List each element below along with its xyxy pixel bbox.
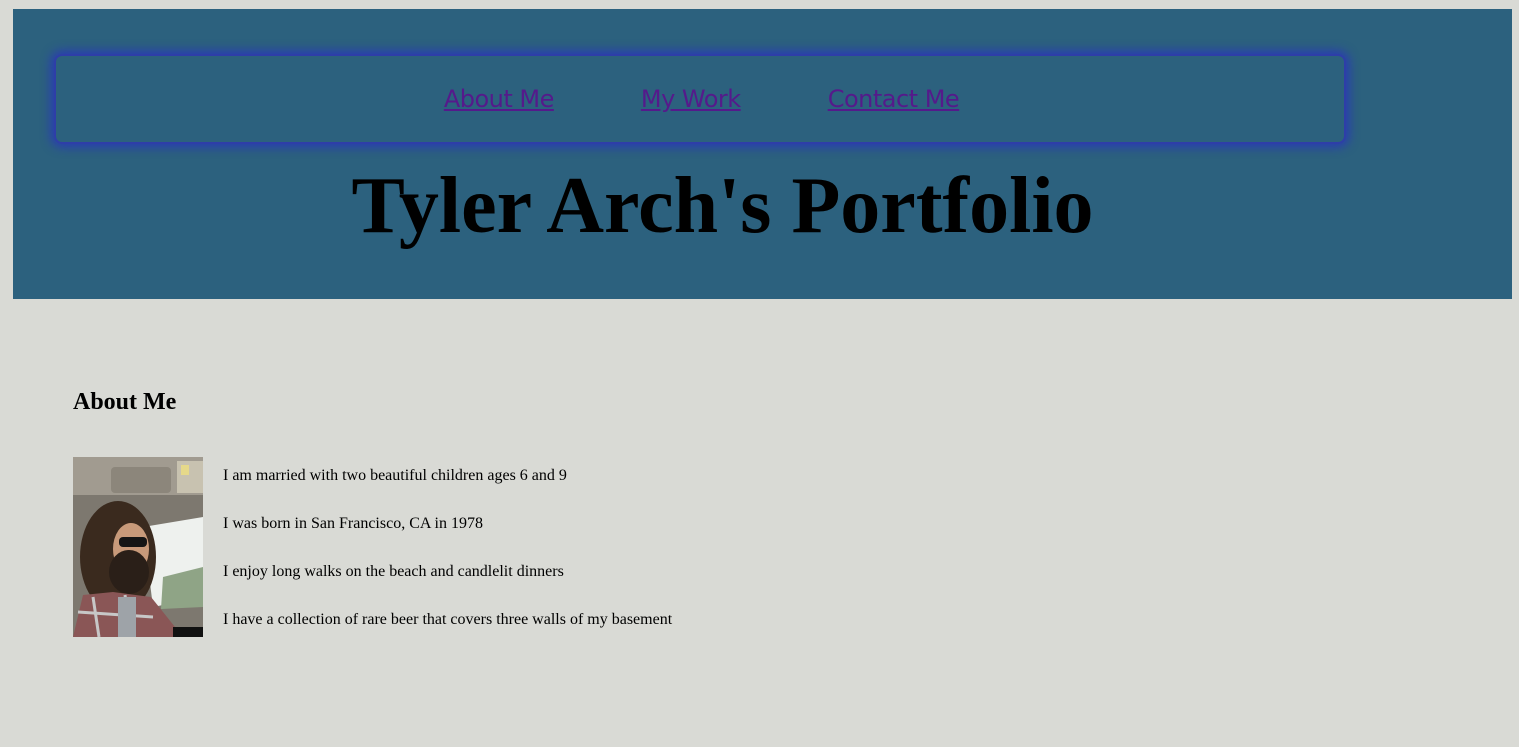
about-fact-item: I have a collection of rare beer that co…: [223, 611, 673, 628]
profile-photo: [73, 457, 203, 637]
about-heading: About Me: [73, 389, 177, 415]
nav-link-contact-me[interactable]: Contact Me: [828, 85, 960, 113]
nav-link-about-me[interactable]: About Me: [444, 85, 555, 113]
page-title: Tyler Arch's Portfolio: [351, 162, 1094, 250]
profile-photo-image: [73, 457, 203, 637]
about-section: About Me I am married with two beautiful…: [73, 389, 672, 637]
nav-links: About Me My Work Contact Me: [444, 85, 960, 113]
about-fact-item: I enjoy long walks on the beach and cand…: [223, 563, 564, 580]
about-fact-item: I was born in San Francisco, CA in 1978: [223, 515, 483, 532]
site-header: About Me My Work Contact Me Tyler Arch's…: [13, 9, 1512, 299]
about-facts-list: I am married with two beautiful children…: [223, 457, 672, 658]
main-nav: About Me My Work Contact Me: [54, 54, 1346, 144]
nav-link-my-work[interactable]: My Work: [641, 85, 741, 113]
about-fact-item: I am married with two beautiful children…: [223, 467, 567, 484]
about-body: I am married with two beautiful children…: [73, 457, 773, 658]
